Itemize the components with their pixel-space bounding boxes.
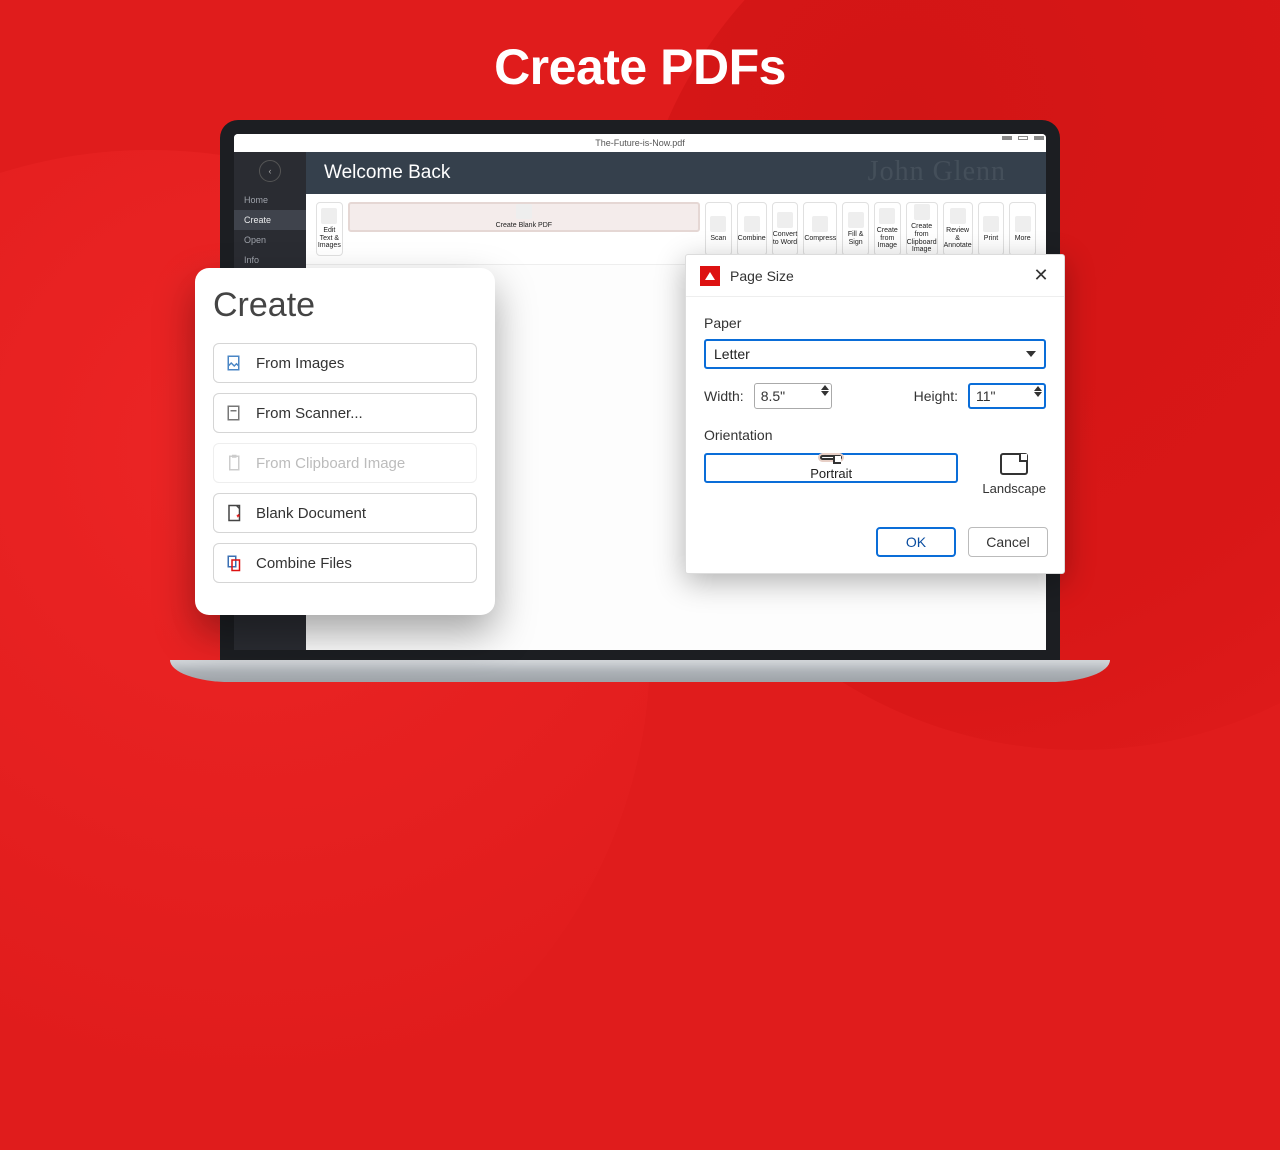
orientation-portrait[interactable]: Portrait [704,453,958,483]
orientation-landscape[interactable]: Landscape [982,453,1046,497]
signature-decor: John Glenn [868,156,1006,188]
nav-info[interactable]: Info [234,250,306,270]
width-down-icon[interactable] [821,391,829,396]
dialog-close-button[interactable]: ✕ [1032,265,1050,286]
dialog-title: Page Size [730,268,794,284]
tool-convert-word[interactable]: Convert to Word [772,202,799,256]
welcome-banner: Welcome Back John Glenn [306,152,1046,194]
paper-size-value: Letter [714,346,750,362]
nav-home[interactable]: Home [234,190,306,210]
annotate-icon [950,208,966,224]
tool-edit-text[interactable]: Edit Text & Images [316,202,343,256]
hero-title: Create PDFs [0,38,1280,96]
edit-icon [321,208,337,224]
sign-icon [848,212,864,228]
nav-open[interactable]: Open [234,230,306,250]
window-maximize-icon[interactable] [1018,136,1028,140]
combine-icon [744,216,760,232]
document-title: The-Future-is-Now.pdf [595,138,685,148]
paper-size-select[interactable]: Letter [704,339,1046,369]
tool-combine[interactable]: Combine [737,202,767,256]
create-from-scanner-label: From Scanner... [256,405,363,422]
height-spinner[interactable]: 11" [968,383,1046,409]
portrait-label: Portrait [810,466,852,481]
app-logo-icon [700,266,720,286]
create-from-images-label: From Images [256,355,344,372]
tool-annotate[interactable]: Review & Annotate [943,202,973,256]
scan-icon [710,216,726,232]
landscape-page-icon [1000,453,1028,475]
create-from-clipboard-label: From Clipboard Image [256,455,405,472]
back-button[interactable]: ‹ [259,160,281,182]
create-combine-label: Combine Files [256,555,352,572]
create-from-clipboard: From Clipboard Image [213,443,477,483]
window-titlebar: The-Future-is-Now.pdf [234,134,1046,152]
blank-document-icon: * [226,503,244,523]
tool-print[interactable]: Print [978,202,1005,256]
create-combine-files[interactable]: Combine Files [213,543,477,583]
ok-button[interactable]: OK [876,527,956,557]
more-icon [1015,216,1031,232]
compress-icon [812,216,828,232]
tool-compress[interactable]: Compress [803,202,837,256]
chevron-down-icon [1026,351,1036,357]
nav-create[interactable]: Create [234,210,306,230]
height-up-icon[interactable] [1034,386,1042,391]
create-from-images[interactable]: From Images [213,343,477,383]
paper-label: Paper [704,315,1046,331]
word-icon [777,212,793,228]
cancel-button[interactable]: Cancel [968,527,1048,557]
window-minimize-icon[interactable] [1002,136,1012,140]
scanner-icon [226,403,244,423]
orientation-label: Orientation [704,427,1046,443]
tool-scan[interactable]: Scan [705,202,732,256]
height-value: 11" [976,388,996,404]
height-down-icon[interactable] [1034,392,1042,397]
combine-files-icon [226,553,244,573]
image-icon [879,208,895,224]
tool-create-blank[interactable]: Create Blank PDF [348,202,700,232]
landscape-label: Landscape [982,481,1046,496]
svg-text:*: * [237,513,241,523]
width-value: 8.5" [761,388,785,404]
images-icon [226,353,244,373]
tool-from-clipboard[interactable]: Create from Clipboard Image [906,202,938,256]
create-blank-document[interactable]: * Blank Document [213,493,477,533]
create-panel-title: Create [213,286,477,325]
tool-from-image[interactable]: Create from Image [874,202,901,256]
blank-pdf-icon [516,204,532,219]
window-close-icon[interactable] [1034,136,1044,140]
page-size-dialog: Page Size ✕ Paper Letter Width: 8.5" Hei… [685,254,1065,574]
width-label: Width: [704,388,744,404]
width-spinner[interactable]: 8.5" [754,383,832,409]
width-up-icon[interactable] [821,385,829,390]
clipboard-icon [914,204,930,220]
portrait-page-icon [820,455,842,460]
print-icon [983,216,999,232]
create-blank-label: Blank Document [256,505,366,522]
banner-title: Welcome Back [324,162,450,183]
height-label: Height: [914,388,958,404]
create-panel: Create From Images From Scanner... From … [195,268,495,615]
tool-more[interactable]: More [1009,202,1036,256]
clipboard-image-icon [226,453,244,473]
create-from-scanner[interactable]: From Scanner... [213,393,477,433]
tool-fill-sign[interactable]: Fill & Sign [842,202,869,256]
